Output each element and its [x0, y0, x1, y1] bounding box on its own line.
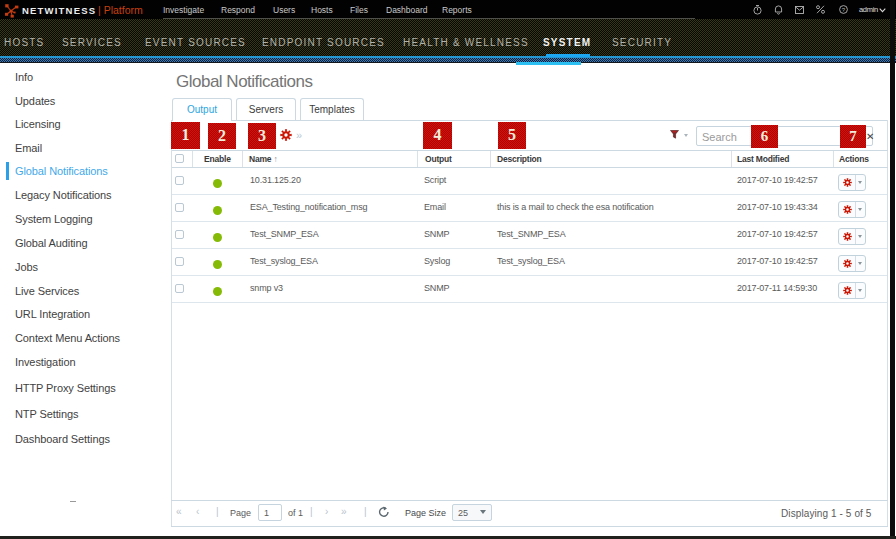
svg-text:?: ?: [842, 7, 846, 13]
